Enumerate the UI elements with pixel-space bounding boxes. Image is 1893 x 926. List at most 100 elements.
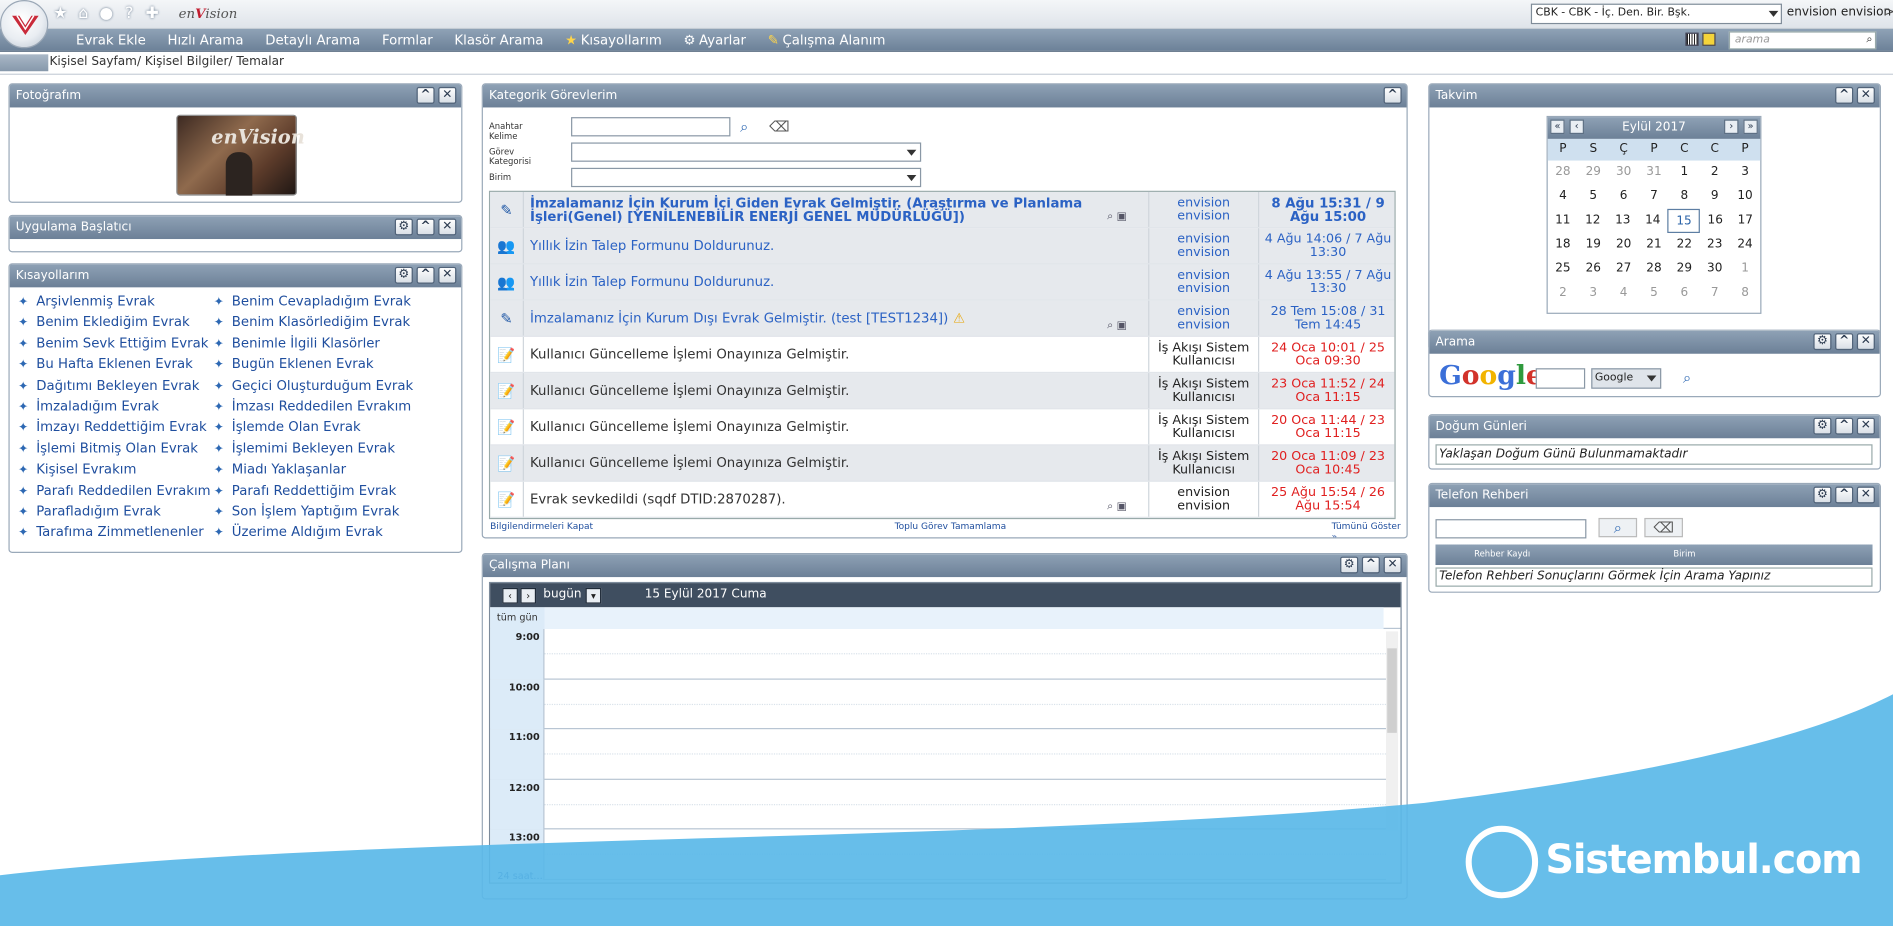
shortcut-link[interactable]: ✦ Son İşlem Yaptığım Evrak bbox=[214, 501, 414, 522]
close-notifications-link[interactable]: Bilgilendirmeleri Kapat bbox=[490, 520, 593, 531]
calendar-day[interactable]: 4 bbox=[1548, 185, 1578, 209]
calendar-day[interactable]: 7 bbox=[1700, 281, 1730, 305]
calendar-day[interactable]: 31 bbox=[1639, 161, 1669, 185]
settings-icon[interactable]: ⚙ bbox=[394, 218, 413, 236]
calendar-day[interactable]: 30 bbox=[1700, 257, 1730, 281]
card-icon[interactable] bbox=[1702, 32, 1716, 46]
barcode-icon[interactable] bbox=[1685, 32, 1699, 46]
next-year-button[interactable]: » bbox=[1743, 119, 1758, 135]
user-name[interactable]: envision envision> bbox=[1787, 6, 1893, 19]
calendar-day[interactable]: 21 bbox=[1639, 233, 1669, 257]
prev-year-button[interactable]: « bbox=[1550, 119, 1565, 135]
calendar-day[interactable]: 8 bbox=[1730, 281, 1760, 305]
calendar-day[interactable]: 4 bbox=[1608, 281, 1638, 305]
vertical-scrollbar[interactable] bbox=[1385, 631, 1399, 831]
calendar-day[interactable]: 13 bbox=[1608, 209, 1638, 233]
shortcut-link[interactable]: ✦ İşlemimi Bekleyen Evrak bbox=[214, 438, 414, 459]
task-row[interactable]: ✎ İmzalamanız İçin Kurum İçi Giden Evrak … bbox=[490, 191, 1395, 229]
task-row[interactable]: 📝 Kullanıcı Güncelleme İşlemi Onayınıza G… bbox=[490, 373, 1395, 410]
settings-icon[interactable]: ⚙ bbox=[1813, 333, 1832, 351]
shortcut-link[interactable]: ✦ İşlemde Olan Evrak bbox=[214, 417, 414, 438]
next-month-button[interactable]: › bbox=[1724, 119, 1739, 135]
task-row[interactable]: 📝 Kullanıcı Güncelleme İşlemi Onayınıza G… bbox=[490, 445, 1395, 482]
shortcut-link[interactable]: ✦ Üzerime Aldığım Evrak bbox=[214, 522, 414, 543]
next-day-button[interactable]: › bbox=[520, 587, 537, 604]
calendar-day[interactable]: 7 bbox=[1639, 185, 1669, 209]
top-search-input[interactable]: arama ⌕ bbox=[1728, 31, 1877, 50]
menu-evrak-ekle[interactable]: Evrak Ekle bbox=[65, 29, 156, 52]
menu-klasor-arama[interactable]: Klasör Arama bbox=[444, 29, 555, 52]
calendar-day[interactable]: 14 bbox=[1638, 209, 1668, 233]
collapse-icon[interactable]: ^ bbox=[416, 266, 435, 284]
task-row[interactable]: 📝 Kullanıcı Güncelleme İşlemi Onayınıza G… bbox=[490, 409, 1395, 446]
calendar-day[interactable]: 10 bbox=[1730, 185, 1760, 209]
shortcut-link[interactable]: ✦ Miadı Yaklaşanlar bbox=[214, 459, 414, 480]
menu-detayli-arama[interactable]: Detaylı Arama bbox=[254, 29, 371, 52]
puzzle-icon[interactable]: ✚ bbox=[142, 5, 161, 24]
calendar-day[interactable]: 18 bbox=[1548, 233, 1578, 257]
shortcut-link[interactable]: ✦ Benim Cevapladığım Evrak bbox=[214, 291, 414, 312]
eraser-icon[interactable]: ⌫ bbox=[1644, 517, 1683, 538]
calendar-day[interactable]: 26 bbox=[1578, 257, 1608, 281]
calendar-day[interactable]: 27 bbox=[1608, 257, 1638, 281]
phonebook-search-input[interactable] bbox=[1435, 519, 1587, 539]
engine-select[interactable]: Google bbox=[1591, 368, 1662, 389]
today-button[interactable]: bugün bbox=[543, 588, 581, 601]
collapse-icon[interactable]: ^ bbox=[1361, 556, 1380, 574]
task-text[interactable]: Kullanıcı Güncelleme İşlemi Onayınıza Ge… bbox=[530, 373, 1097, 408]
24-hours-link[interactable]: 24 saat... bbox=[497, 870, 542, 881]
hour-slot[interactable]: 11:00 bbox=[490, 729, 1386, 780]
calendar-day[interactable]: 6 bbox=[1608, 185, 1638, 209]
logout-icon[interactable]: > bbox=[1885, 6, 1893, 19]
task-text[interactable]: İmzalamanız İçin Kurum Dışı Evrak Gelmiş… bbox=[530, 301, 1097, 336]
breadcrumb-tab[interactable] bbox=[0, 54, 49, 72]
calendar-day[interactable]: 1 bbox=[1730, 257, 1760, 281]
calendar-day[interactable]: 6 bbox=[1669, 281, 1699, 305]
close-icon[interactable]: ✕ bbox=[1856, 333, 1875, 351]
calendar-day[interactable]: 3 bbox=[1578, 281, 1608, 305]
collapse-icon[interactable]: ^ bbox=[1835, 333, 1854, 351]
search-icon[interactable]: ⌕ bbox=[740, 118, 748, 136]
task-row[interactable]: ✎ İmzalamanız İçin Kurum Dışı Evrak Gelmi… bbox=[490, 300, 1395, 337]
calendar-day[interactable]: 29 bbox=[1669, 257, 1699, 281]
shortcut-link[interactable]: ✦ Arşivlenmiş Evrak bbox=[18, 291, 210, 312]
category-select[interactable] bbox=[571, 142, 922, 162]
allday-cell[interactable] bbox=[544, 607, 1384, 630]
collapse-icon[interactable]: ^ bbox=[1835, 486, 1854, 504]
close-icon[interactable]: ✕ bbox=[438, 218, 457, 236]
task-row[interactable]: 📝 Evrak sevkedildi (sqdf DTID:2870287). ⌕ … bbox=[490, 481, 1395, 518]
shortcut-link[interactable]: ✦ Parafı Reddedilen Evrakım bbox=[18, 480, 210, 501]
shortcut-link[interactable]: ✦ Parafı Reddettiğim Evrak bbox=[214, 480, 414, 501]
hour-slot[interactable]: 12:00 bbox=[490, 779, 1386, 830]
task-row[interactable]: 👥 Yıllık İzin Talep Formunu Doldurunuz. en… bbox=[490, 228, 1395, 265]
star-icon[interactable]: ★ bbox=[51, 5, 70, 24]
close-icon[interactable]: ✕ bbox=[1856, 417, 1875, 435]
calendar-day[interactable]: 17 bbox=[1730, 209, 1760, 233]
search-icon[interactable]: ⌕ bbox=[1866, 33, 1872, 49]
calendar-day[interactable]: 5 bbox=[1578, 185, 1608, 209]
close-icon[interactable]: ✕ bbox=[1856, 486, 1875, 504]
settings-icon[interactable]: ⚙ bbox=[1813, 486, 1832, 504]
calendar-day[interactable]: 2 bbox=[1700, 161, 1730, 185]
task-row[interactable]: 📝 Kullanıcı Güncelleme İşlemi Onayınıza G… bbox=[490, 336, 1395, 374]
bulk-complete-link[interactable]: Toplu Görev Tamamlama bbox=[895, 520, 1007, 531]
shortcut-link[interactable]: ✦ Dağıtımı Bekleyen Evrak bbox=[18, 375, 210, 396]
calendar-day[interactable]: 30 bbox=[1608, 161, 1638, 185]
app-logo[interactable] bbox=[0, 0, 49, 49]
settings-icon[interactable]: ⚙ bbox=[1340, 556, 1359, 574]
settings-icon[interactable]: ⚙ bbox=[394, 266, 413, 284]
unit-select[interactable]: CBK - CBK - İç. Den. Bir. Bşk. bbox=[1530, 3, 1782, 25]
shortcut-link[interactable]: ✦ Kişisel Evrakım bbox=[18, 459, 210, 480]
menu-kisayollarim[interactable]: ★ Kısayollarım bbox=[554, 29, 672, 52]
calendar-day[interactable]: 9 bbox=[1700, 185, 1730, 209]
user-icon[interactable]: ● bbox=[97, 5, 116, 24]
shortcut-link[interactable]: ✦ İmzası Reddedilen Evrakım bbox=[214, 396, 414, 417]
hour-slot[interactable]: 9:00 bbox=[490, 629, 1386, 680]
shortcut-link[interactable]: ✦ Geçici Oluşturduğum Evrak bbox=[214, 375, 414, 396]
task-text[interactable]: Kullanıcı Güncelleme İşlemi Onayınıza Ge… bbox=[530, 337, 1097, 372]
settings-icon[interactable]: ⚙ bbox=[1813, 417, 1832, 435]
google-search-input[interactable] bbox=[1535, 368, 1586, 389]
calendar-day[interactable]: 12 bbox=[1578, 209, 1608, 233]
calendar-day[interactable]: 19 bbox=[1578, 233, 1608, 257]
collapse-icon[interactable]: ^ bbox=[416, 86, 435, 104]
